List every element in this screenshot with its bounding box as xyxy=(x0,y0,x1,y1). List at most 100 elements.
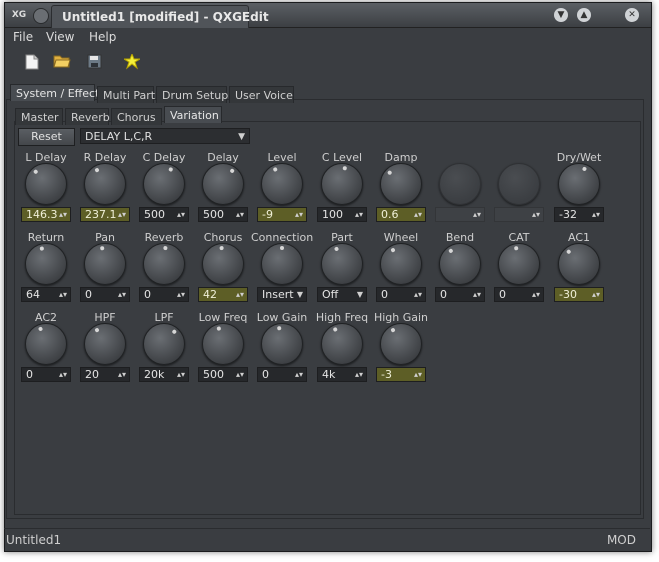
chevron-down-icon: ▼ xyxy=(238,132,245,142)
param-knob[interactable] xyxy=(261,163,303,205)
param-spinbox[interactable]: -9 ▴▾ xyxy=(257,207,307,222)
param-knob[interactable] xyxy=(321,243,363,285)
param-spinbox[interactable]: 0 ▴▾ xyxy=(80,287,130,302)
tab-drum-setup[interactable]: Drum Setup xyxy=(156,86,228,103)
param-select[interactable]: Insert ▼ xyxy=(257,287,307,302)
param-spinbox[interactable]: 100 ▴▾ xyxy=(317,207,367,222)
param-cell: CAT 0 ▴▾ xyxy=(494,231,544,303)
param-knob[interactable] xyxy=(380,323,422,365)
save-disk-icon[interactable] xyxy=(85,54,103,72)
param-knob[interactable] xyxy=(25,243,67,285)
param-spinbox[interactable]: 64 ▴▾ xyxy=(21,287,71,302)
spin-arrows-icon: ▴▾ xyxy=(354,370,363,379)
knob-indicator xyxy=(39,246,45,251)
menu-view[interactable]: View xyxy=(46,30,74,44)
param-value: 237.1 xyxy=(85,208,117,221)
open-folder-icon[interactable] xyxy=(53,54,71,72)
param-spinbox[interactable]: 0 ▴▾ xyxy=(376,287,426,302)
param-cell: Return 64 ▴▾ xyxy=(21,231,71,303)
param-spinbox[interactable]: 0 ▴▾ xyxy=(139,287,189,302)
param-knob[interactable] xyxy=(261,243,303,285)
param-knob[interactable] xyxy=(143,163,185,205)
param-value: 0 xyxy=(499,288,506,301)
param-spinbox[interactable]: -32 ▴▾ xyxy=(554,207,604,222)
param-cell: C Delay 500 ▴▾ xyxy=(139,151,189,223)
param-spinbox[interactable]: 500 ▴▾ xyxy=(198,207,248,222)
param-knob[interactable] xyxy=(321,163,363,205)
tab-multi-part[interactable]: Multi Part xyxy=(97,86,155,103)
toolbar xyxy=(5,50,651,76)
chevron-down-icon: ▼ xyxy=(356,290,363,299)
reset-button[interactable]: Reset xyxy=(18,128,75,146)
param-spinbox[interactable]: 0.6 ▴▾ xyxy=(376,207,426,222)
status-filename: Untitled1 xyxy=(6,533,62,547)
param-knob[interactable] xyxy=(84,243,126,285)
spin-arrows-icon: ▴▾ xyxy=(294,370,303,379)
param-spinbox[interactable]: 500 ▴▾ xyxy=(139,207,189,222)
param-select[interactable]: Off ▼ xyxy=(317,287,367,302)
param-value: Insert xyxy=(262,288,294,301)
tab-system-effect[interactable]: System / Effect xyxy=(10,84,99,101)
param-spinbox[interactable]: 0 ▴▾ xyxy=(257,367,307,382)
param-spinbox[interactable]: 20 ▴▾ xyxy=(80,367,130,382)
param-knob[interactable] xyxy=(202,243,244,285)
param-cell: ▴▾ xyxy=(494,151,544,223)
title-bar[interactable]: XG Untitled1 [modified] - QXGEdit ▼ ▲ ✕ xyxy=(5,3,651,28)
minimize-icon[interactable]: ▼ xyxy=(554,8,568,22)
param-spinbox[interactable]: 146.3 ▴▾ xyxy=(21,207,71,222)
menu-file[interactable]: File xyxy=(13,30,33,44)
spin-arrows-icon: ▴▾ xyxy=(591,210,600,219)
param-spinbox[interactable]: 20k ▴▾ xyxy=(139,367,189,382)
maximize-icon[interactable]: ▲ xyxy=(577,8,591,22)
param-knob[interactable] xyxy=(25,323,67,365)
param-knob[interactable] xyxy=(261,323,303,365)
param-value: 20 xyxy=(85,368,99,381)
param-value: 146.3 xyxy=(26,208,58,221)
param-spinbox[interactable]: -30 ▴▾ xyxy=(554,287,604,302)
param-knob[interactable] xyxy=(380,243,422,285)
tab-reverb[interactable]: Reverb xyxy=(65,108,110,125)
tab-user-voice[interactable]: User Voice xyxy=(229,86,294,103)
param-knob[interactable] xyxy=(380,163,422,205)
tab-master[interactable]: Master xyxy=(15,108,63,125)
param-knob[interactable] xyxy=(558,243,600,285)
status-bar: Untitled1 MOD xyxy=(4,528,650,551)
effect-type-value: DELAY L,C,R xyxy=(85,130,153,143)
param-knob[interactable] xyxy=(202,163,244,205)
param-spinbox[interactable]: 237.1 ▴▾ xyxy=(80,207,130,222)
param-knob[interactable] xyxy=(143,323,185,365)
param-spinbox[interactable]: 42 ▴▾ xyxy=(198,287,248,302)
spin-arrows-icon: ▴▾ xyxy=(235,210,244,219)
knob-indicator xyxy=(37,326,44,332)
param-knob[interactable] xyxy=(558,163,600,205)
spin-arrows-icon: ▴▾ xyxy=(117,370,126,379)
param-cell: High Gain -3 ▴▾ xyxy=(374,311,428,383)
param-spinbox[interactable]: 4k ▴▾ xyxy=(317,367,367,382)
knob-indicator xyxy=(581,166,588,172)
param-spinbox[interactable]: 500 ▴▾ xyxy=(198,367,248,382)
star-burst-icon[interactable] xyxy=(122,52,142,72)
tab-chorus[interactable]: Chorus xyxy=(111,108,162,125)
param-spinbox[interactable]: 0 ▴▾ xyxy=(435,287,485,302)
param-knob[interactable] xyxy=(25,163,67,205)
param-knob[interactable] xyxy=(498,243,540,285)
param-knob[interactable] xyxy=(439,243,481,285)
window-menu-icon[interactable] xyxy=(33,8,49,24)
chevron-down-icon: ▼ xyxy=(296,290,303,299)
effect-type-select[interactable]: DELAY L,C,R ▼ xyxy=(80,128,250,144)
param-knob[interactable] xyxy=(321,323,363,365)
param-spinbox[interactable]: 0 ▴▾ xyxy=(21,367,71,382)
knob-indicator xyxy=(276,325,282,331)
tab-variation[interactable]: Variation xyxy=(164,106,222,123)
spin-arrows-icon: ▴▾ xyxy=(176,210,185,219)
param-knob[interactable] xyxy=(84,323,126,365)
param-knob[interactable] xyxy=(202,323,244,365)
param-spinbox[interactable]: 0 ▴▾ xyxy=(494,287,544,302)
new-file-icon[interactable] xyxy=(23,54,41,72)
knob-indicator xyxy=(513,245,519,251)
param-knob[interactable] xyxy=(84,163,126,205)
param-knob[interactable] xyxy=(143,243,185,285)
menu-help[interactable]: Help xyxy=(89,30,116,44)
param-spinbox[interactable]: -3 ▴▾ xyxy=(376,367,426,382)
close-icon[interactable]: ✕ xyxy=(625,8,639,22)
